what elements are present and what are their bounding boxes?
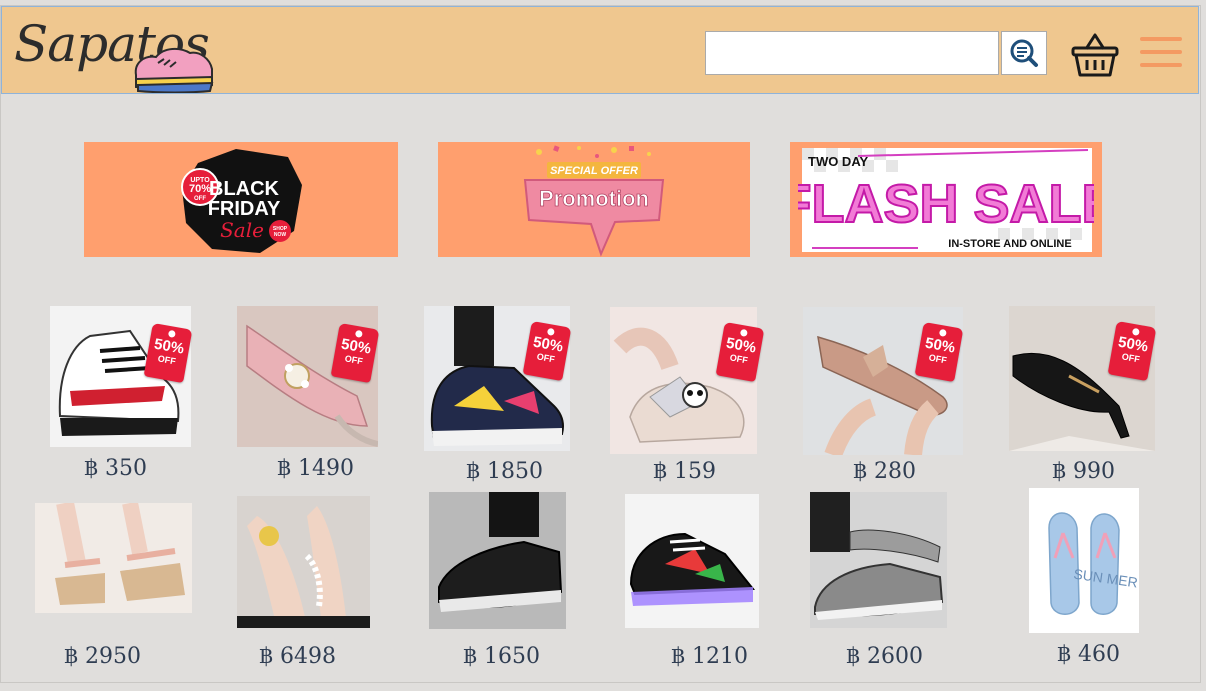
product-card[interactable]: 50% OFF ฿ 990 [1009,306,1157,490]
product-card[interactable]: 50% OFF ฿ 1850 [424,306,572,490]
pearl-toe-ring-sandal-image [237,506,370,628]
hamburger-menu-icon[interactable] [1140,37,1182,71]
product-card[interactable]: ฿ 6498 [237,496,370,673]
product-image[interactable] [237,496,370,628]
product-image[interactable] [810,492,947,628]
black-friday-graphic: UPTO 70% OFF BLACK FRIDAY Sale SHOP NOW [181,148,302,253]
svg-text:TWO DAY: TWO DAY [808,154,869,169]
svg-text:70%: 70% [189,183,211,195]
search-input[interactable] [705,31,999,75]
espadrille-wedge-image [55,503,185,605]
product-card[interactable]: SUN MER ฿ 460 [1029,488,1139,673]
product-card[interactable]: ฿ 2600 [810,492,947,673]
search-button[interactable] [1001,31,1047,75]
svg-text:FRIDAY: FRIDAY [208,198,281,220]
discount-tag: 50% OFF [715,321,765,383]
search-icon [1010,39,1038,67]
grey-canvas-loafer-image [810,492,944,620]
basket-icon[interactable] [1070,29,1120,79]
promotion-graphic: SPECIAL OFFER Promotion [523,145,665,257]
svg-text:NOW: NOW [274,232,287,238]
product-card[interactable]: 50% OFF ฿ 280 [803,307,964,489]
product-price: ฿ 159 [653,459,716,484]
product-image[interactable] [35,503,192,613]
product-price: ฿ 6498 [259,644,336,669]
svg-text:OFF: OFF [194,196,206,202]
product-price: ฿ 280 [853,459,916,484]
product-price: ฿ 2600 [846,644,923,669]
svg-text:FLASH SALE: FLASH SALE [798,174,1094,234]
product-price: ฿ 460 [1057,642,1120,667]
product-card[interactable]: ฿ 2950 [35,503,192,673]
svg-text:IN-STORE AND ONLINE: IN-STORE AND ONLINE [948,238,1071,250]
banner-flash-sale[interactable]: TWO DAY FLASH SALE IN-STORE AND ONLINE [790,142,1102,257]
product-image[interactable]: SUN MER [1029,488,1139,633]
product-price: ฿ 2950 [64,644,141,669]
product-card[interactable]: 50% OFF ฿ 1490 [237,306,380,486]
flash-sale-graphic: TWO DAY FLASH SALE IN-STORE AND ONLINE [798,147,1094,252]
product-card[interactable]: 50% OFF ฿ 350 [50,306,193,486]
banner-promotion[interactable]: SPECIAL OFFER Promotion [438,142,750,257]
svg-text:BLACK: BLACK [209,178,280,200]
product-image[interactable] [625,494,759,628]
black-leather-slipon-image [438,492,563,612]
product-card[interactable]: 50% OFF ฿ 159 [610,307,765,489]
site-header: Sapatos [1,6,1199,94]
product-price: ฿ 1650 [463,644,540,669]
svg-text:Promotion: Promotion [539,186,649,211]
product-card[interactable]: ฿ 1650 [429,492,566,673]
summer-flip-flops-image: SUN MER [1048,512,1139,615]
logo-shoe-icon [134,47,214,93]
product-price: ฿ 1850 [466,459,543,484]
product-price: ฿ 1210 [671,644,748,669]
product-price: ฿ 350 [84,456,147,481]
svg-text:SPECIAL OFFER: SPECIAL OFFER [550,165,638,177]
product-image[interactable] [429,492,566,629]
svg-text:Sale: Sale [220,218,264,242]
led-light-sneaker-image [629,532,756,606]
product-price: ฿ 990 [1052,459,1115,484]
product-card[interactable]: ฿ 1210 [625,494,759,673]
banner-black-friday[interactable]: UPTO 70% OFF BLACK FRIDAY Sale SHOP NOW [84,142,398,257]
product-price: ฿ 1490 [277,456,354,481]
